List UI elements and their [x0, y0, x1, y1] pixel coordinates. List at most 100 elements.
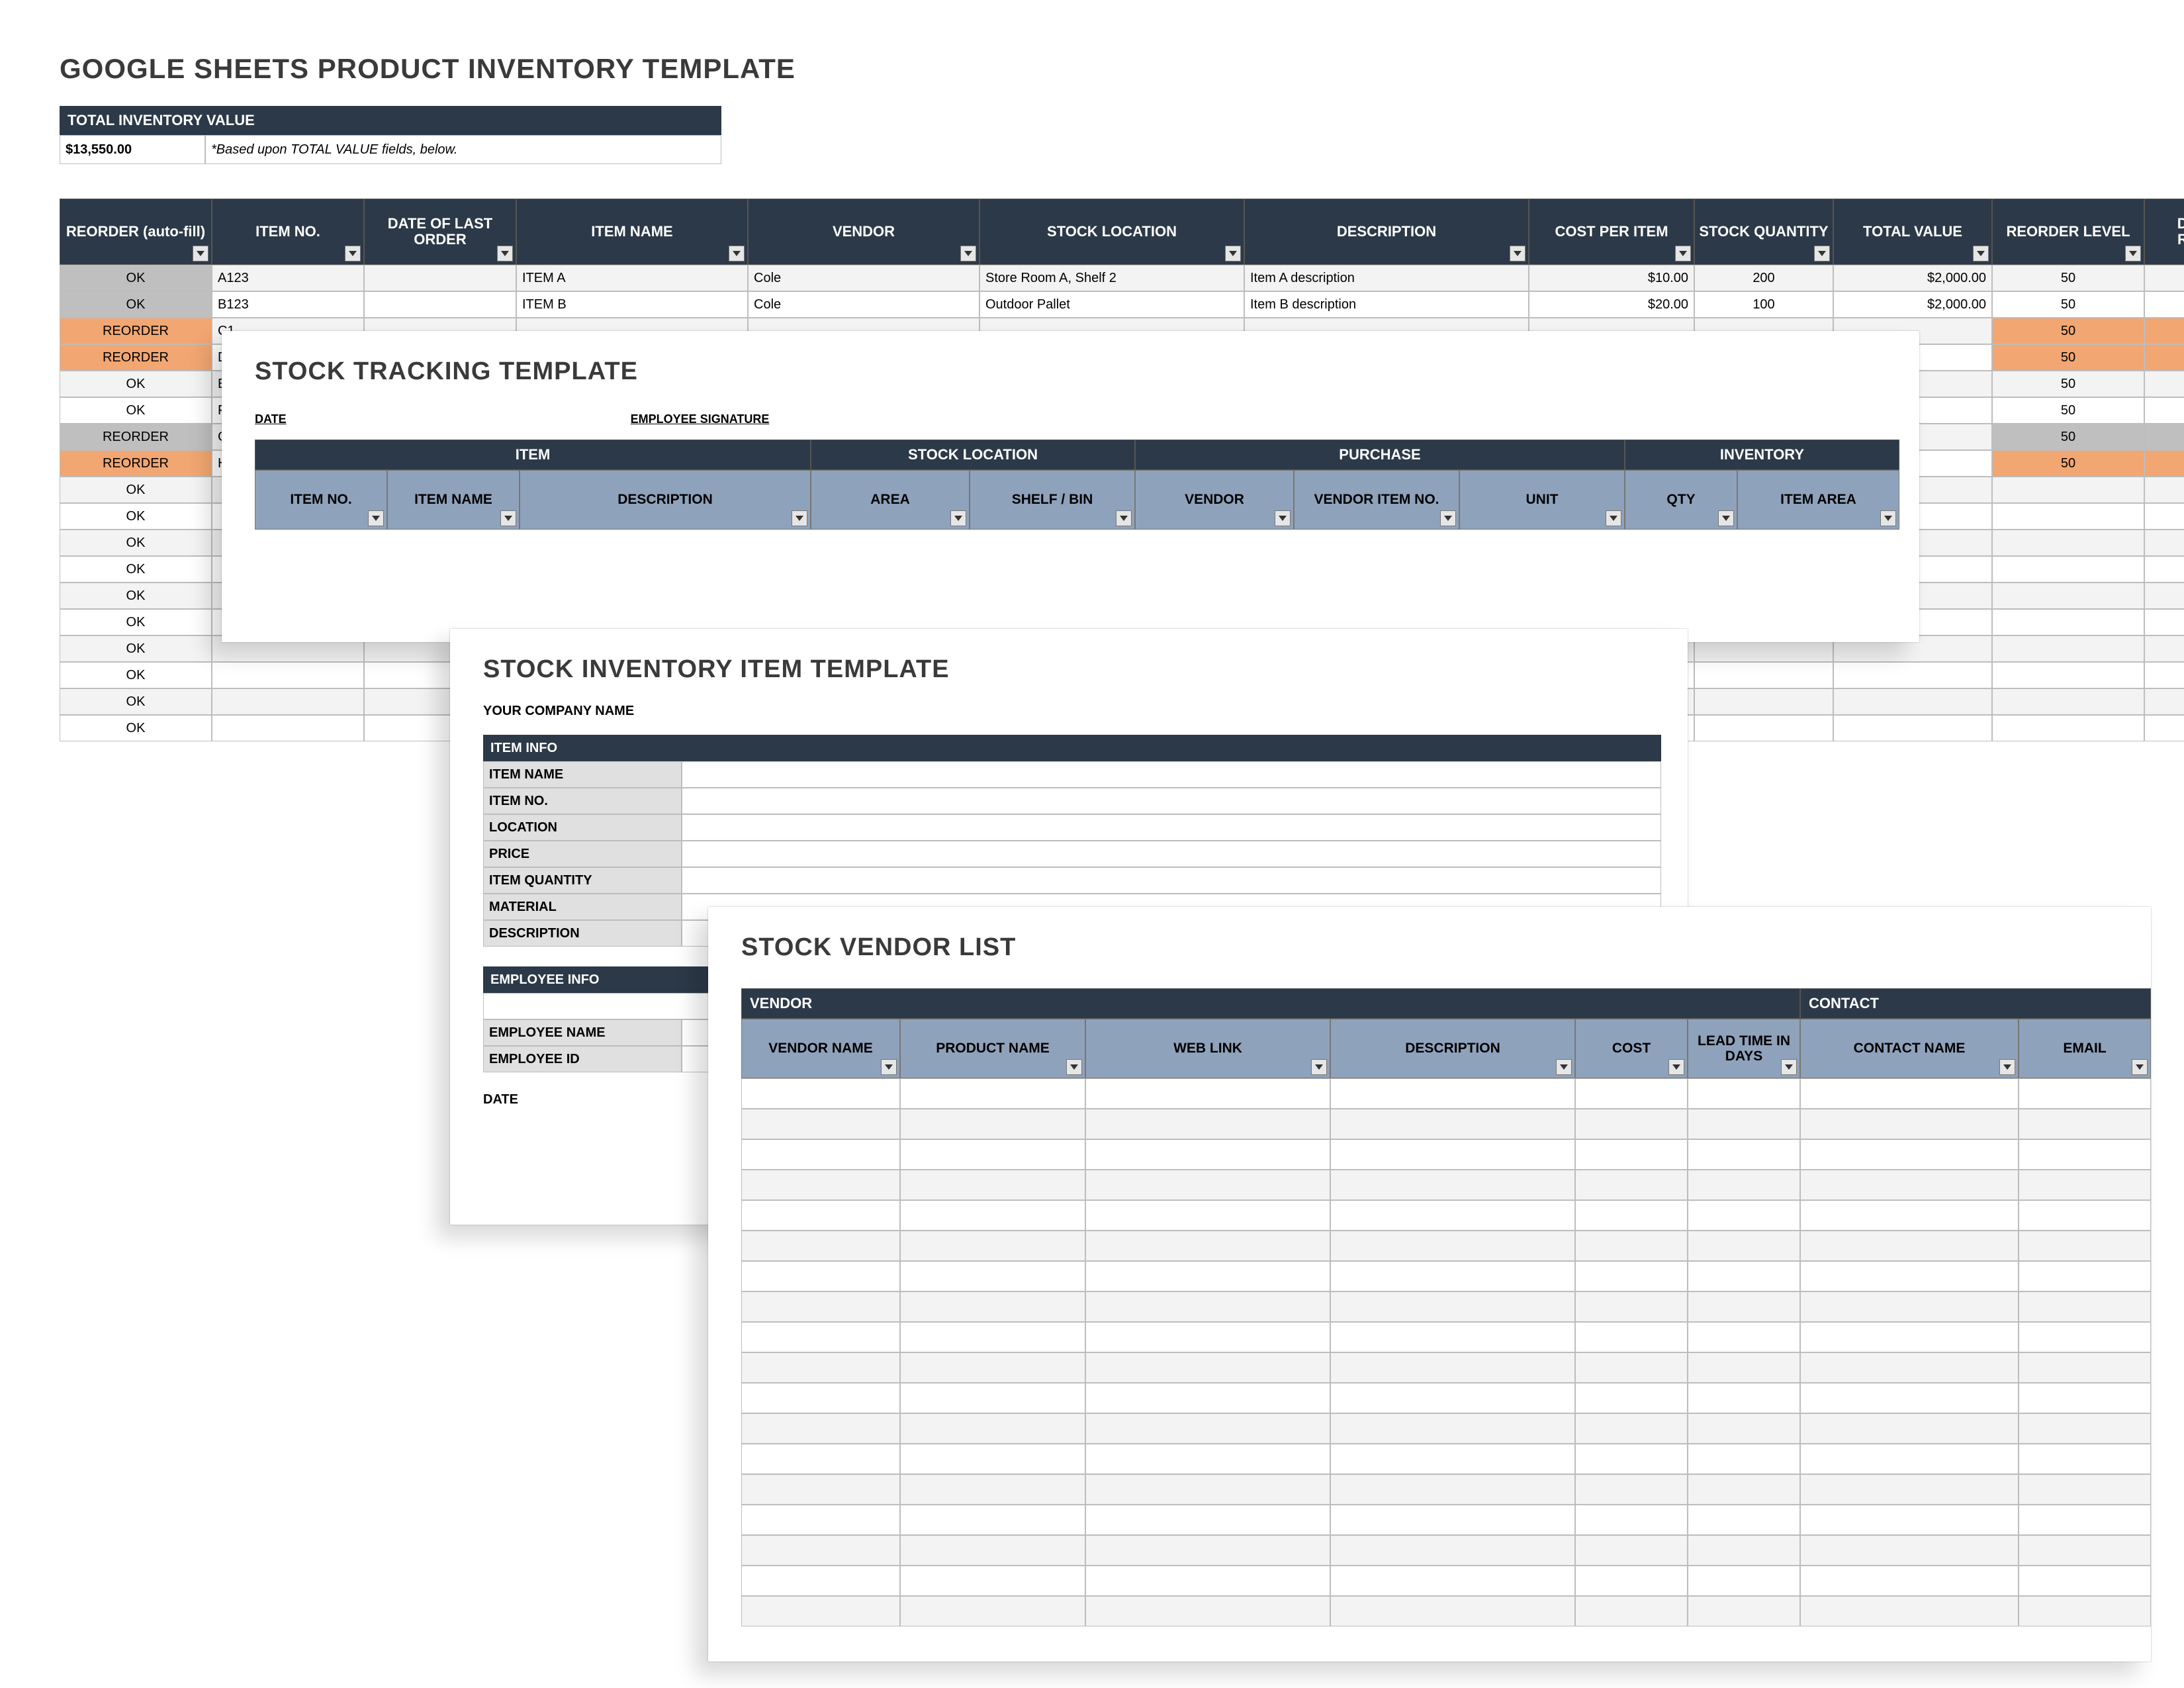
- filter-icon[interactable]: [1675, 246, 1691, 261]
- item-field-input[interactable]: [682, 761, 1661, 788]
- table-cell[interactable]: [1085, 1474, 1330, 1505]
- table-cell[interactable]: [364, 265, 516, 291]
- table-cell[interactable]: OK: [60, 715, 212, 741]
- table-cell[interactable]: [900, 1566, 1085, 1596]
- table-cell[interactable]: [900, 1383, 1085, 1413]
- table-cell[interactable]: [1800, 1352, 2019, 1383]
- filter-icon[interactable]: [1606, 510, 1621, 526]
- table-cell[interactable]: 30: [2144, 291, 2184, 318]
- table-cell[interactable]: [1688, 1566, 1800, 1596]
- table-cell[interactable]: 50: [1992, 450, 2144, 477]
- table-cell[interactable]: B123: [212, 291, 364, 318]
- table-cell[interactable]: [900, 1261, 1085, 1291]
- table-cell[interactable]: OK: [60, 371, 212, 397]
- filter-icon[interactable]: [1781, 1059, 1797, 1075]
- table-cell[interactable]: OK: [60, 556, 212, 583]
- table-cell[interactable]: Cole: [748, 265, 979, 291]
- table-cell[interactable]: [2019, 1383, 2151, 1413]
- table-cell[interactable]: [1800, 1444, 2019, 1474]
- table-cell[interactable]: [2019, 1322, 2151, 1352]
- table-cell[interactable]: [1575, 1474, 1688, 1505]
- table-cell[interactable]: [1085, 1505, 1330, 1535]
- main-col-header[interactable]: STOCK LOCATION: [979, 199, 1244, 265]
- filter-icon[interactable]: [1556, 1059, 1572, 1075]
- table-cell[interactable]: [1085, 1200, 1330, 1231]
- table-cell[interactable]: [2019, 1170, 2151, 1200]
- main-col-header[interactable]: ITEM NAME: [516, 199, 748, 265]
- table-cell[interactable]: [741, 1474, 900, 1505]
- table-cell[interactable]: [1833, 688, 1992, 715]
- table-cell[interactable]: [1330, 1535, 1575, 1566]
- table-cell[interactable]: [1330, 1170, 1575, 1200]
- table-cell[interactable]: [1688, 1231, 1800, 1261]
- table-cell[interactable]: 2: [2144, 397, 2184, 424]
- main-col-header[interactable]: REORDER LEVEL: [1992, 199, 2144, 265]
- table-cell[interactable]: 30: [2144, 450, 2184, 477]
- table-cell[interactable]: [2019, 1596, 2151, 1626]
- table-cell[interactable]: [1800, 1383, 2019, 1413]
- table-cell[interactable]: [212, 662, 364, 688]
- main-col-header[interactable]: REORDER (auto-fill): [60, 199, 212, 265]
- filter-icon[interactable]: [1311, 1059, 1327, 1075]
- table-cell[interactable]: [1330, 1474, 1575, 1505]
- table-cell[interactable]: [2144, 635, 2184, 662]
- filter-icon[interactable]: [193, 246, 208, 261]
- filter-icon[interactable]: [1275, 510, 1291, 526]
- table-cell[interactable]: [1085, 1109, 1330, 1139]
- table-cell[interactable]: [1992, 477, 2144, 503]
- filter-icon[interactable]: [1510, 246, 1525, 261]
- table-cell[interactable]: [1688, 1596, 1800, 1626]
- table-cell[interactable]: 100: [1694, 291, 1833, 318]
- table-cell[interactable]: [741, 1231, 900, 1261]
- table-cell[interactable]: [1085, 1170, 1330, 1200]
- filter-icon[interactable]: [1116, 510, 1132, 526]
- table-cell[interactable]: 50: [1992, 265, 2144, 291]
- table-cell[interactable]: 200: [1694, 265, 1833, 291]
- table-cell[interactable]: [1575, 1109, 1688, 1139]
- table-cell[interactable]: [900, 1109, 1085, 1139]
- table-cell[interactable]: [1992, 556, 2144, 583]
- table-cell[interactable]: [741, 1109, 900, 1139]
- table-cell[interactable]: [1800, 1109, 2019, 1139]
- table-cell[interactable]: [1575, 1139, 1688, 1170]
- table-cell[interactable]: [1800, 1505, 2019, 1535]
- table-cell[interactable]: [1575, 1291, 1688, 1322]
- item-field-input[interactable]: [682, 814, 1661, 841]
- filter-icon[interactable]: [729, 246, 745, 261]
- table-cell[interactable]: 50: [1992, 318, 2144, 344]
- table-cell[interactable]: [1800, 1291, 2019, 1322]
- table-cell[interactable]: [212, 688, 364, 715]
- table-cell[interactable]: [741, 1596, 900, 1626]
- filter-icon[interactable]: [1066, 1059, 1082, 1075]
- table-cell[interactable]: REORDER: [60, 424, 212, 450]
- filter-icon[interactable]: [2132, 1059, 2148, 1075]
- tracking-col-header[interactable]: UNIT: [1459, 470, 1625, 530]
- main-col-header[interactable]: DAYS PER REORDER: [2144, 199, 2184, 265]
- table-cell[interactable]: [2019, 1535, 2151, 1566]
- tracking-col-header[interactable]: VENDOR: [1135, 470, 1294, 530]
- filter-icon[interactable]: [1999, 1059, 2015, 1075]
- table-cell[interactable]: [1330, 1383, 1575, 1413]
- filter-icon[interactable]: [497, 246, 513, 261]
- table-cell[interactable]: [900, 1413, 1085, 1444]
- table-cell[interactable]: [1085, 1139, 1330, 1170]
- table-cell[interactable]: REORDER: [60, 318, 212, 344]
- table-cell[interactable]: [1575, 1261, 1688, 1291]
- filter-icon[interactable]: [1973, 246, 1989, 261]
- main-col-header[interactable]: STOCK QUANTITY: [1694, 199, 1833, 265]
- table-cell[interactable]: [1833, 715, 1992, 741]
- table-cell[interactable]: [1688, 1352, 1800, 1383]
- table-cell[interactable]: [2144, 688, 2184, 715]
- table-cell[interactable]: Item A description: [1244, 265, 1529, 291]
- table-cell[interactable]: [2144, 609, 2184, 635]
- table-cell[interactable]: [741, 1200, 900, 1231]
- table-cell[interactable]: $10.00: [1529, 265, 1694, 291]
- table-cell[interactable]: [900, 1596, 1085, 1626]
- tracking-col-header[interactable]: SHELF / BIN: [970, 470, 1135, 530]
- table-cell[interactable]: Cole: [748, 291, 979, 318]
- table-cell[interactable]: [1992, 715, 2144, 741]
- main-col-header[interactable]: VENDOR: [748, 199, 979, 265]
- table-cell[interactable]: [1992, 530, 2144, 556]
- filter-icon[interactable]: [1814, 246, 1830, 261]
- table-cell[interactable]: [2144, 556, 2184, 583]
